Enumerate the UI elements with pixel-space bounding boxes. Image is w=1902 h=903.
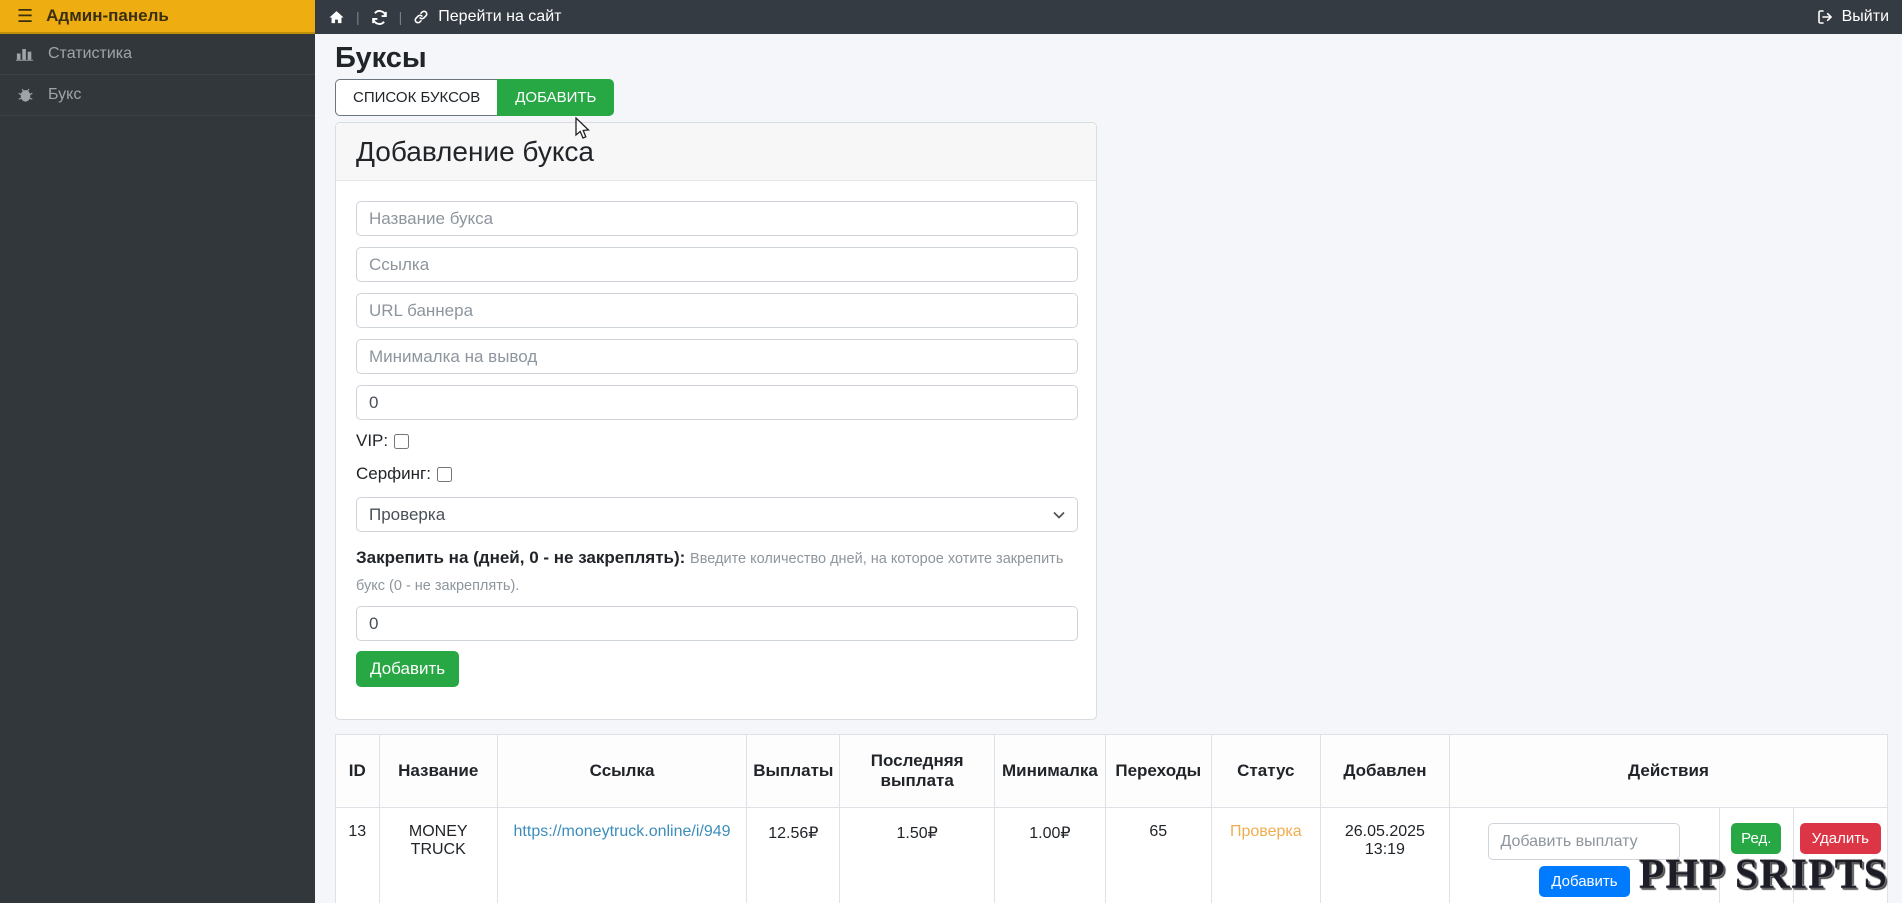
- link-icon: [413, 9, 430, 26]
- sidebar: Статистика Букс: [0, 34, 315, 903]
- pin-days-label-row: Закрепить на (дней, 0 - не закреплять): …: [356, 544, 1076, 573]
- sidebar-item-statistics[interactable]: Статистика: [0, 34, 315, 75]
- vip-checkbox[interactable]: [394, 433, 410, 449]
- surfing-label: Серфинг:: [356, 464, 431, 483]
- mouse-cursor: [572, 116, 594, 146]
- cell-transitions: 65: [1104, 807, 1212, 903]
- refresh-icon[interactable]: [371, 9, 388, 26]
- logout-icon: [1817, 9, 1834, 26]
- cell-name: MONEY TRUCK: [378, 807, 498, 903]
- min-withdraw-input[interactable]: [356, 339, 1078, 374]
- go-to-site-label: Перейти на сайт: [438, 8, 562, 25]
- banner-url-input[interactable]: [356, 293, 1078, 328]
- vip-label: VIP:: [356, 431, 389, 450]
- sidebar-item-label: Статистика: [48, 45, 133, 62]
- pin-days-input[interactable]: [356, 606, 1078, 641]
- logout-button[interactable]: Выйти: [1817, 8, 1889, 26]
- home-icon[interactable]: [328, 9, 345, 26]
- pin-days-hint-line2: букс (0 - не закреплять).: [356, 578, 520, 594]
- status-badge: Проверка: [1210, 807, 1321, 903]
- col-min: Минималка: [993, 734, 1106, 808]
- col-actions: Действия: [1448, 734, 1889, 808]
- edit-button[interactable]: Ред.: [1731, 823, 1782, 854]
- buks-link-input[interactable]: [356, 247, 1078, 282]
- add-buks-card: Добавление букса VIP: Серфинг: Проверка: [335, 122, 1097, 720]
- cell-payouts: 12.56₽: [746, 807, 841, 903]
- form-submit-button[interactable]: Добавить: [356, 651, 460, 687]
- status-select-value: Проверка: [369, 504, 446, 524]
- chevron-down-icon: [1053, 511, 1065, 519]
- page-title: Буксы: [335, 42, 427, 74]
- cell-id: 13: [335, 807, 380, 903]
- hamburger-icon[interactable]: ☰: [17, 7, 33, 25]
- logout-label: Выйти: [1841, 8, 1889, 25]
- nav-separator: |: [398, 9, 403, 25]
- top-navbar: | | Перейти на сайт Выйти: [315, 0, 1902, 34]
- go-to-site-link[interactable]: Перейти на сайт: [413, 8, 561, 26]
- col-id: ID: [335, 734, 380, 808]
- col-status: Статус: [1210, 734, 1321, 808]
- cell-min: 1.00₽: [993, 807, 1106, 903]
- cell-link[interactable]: https://moneytruck.online/i/949: [496, 807, 748, 903]
- delete-button[interactable]: Удалить: [1799, 823, 1881, 854]
- vip-row: VIP:: [356, 431, 1076, 451]
- main-content: Буксы СПИСОК БУКСОВ ДОБАВИТЬ Добавление …: [315, 34, 1902, 903]
- cell-last-payout: 1.50₽: [839, 807, 995, 903]
- col-transitions: Переходы: [1104, 734, 1212, 808]
- surfing-checkbox[interactable]: [436, 466, 452, 482]
- sidebar-item-buks[interactable]: Букс: [0, 75, 315, 116]
- brand-title: Админ-панель: [46, 6, 169, 25]
- status-select[interactable]: Проверка: [356, 497, 1078, 532]
- tab-buks-list[interactable]: СПИСОК БУКСОВ: [335, 79, 498, 116]
- tab-add[interactable]: ДОБАВИТЬ: [497, 79, 615, 116]
- ref-percent-input[interactable]: [356, 385, 1078, 420]
- top-bar: ☰ Админ-панель | | Перейти на сайт Выйти: [0, 0, 1902, 34]
- col-link: Ссылка: [496, 734, 748, 808]
- sidebar-item-label: Букс: [48, 86, 82, 103]
- col-last-payout: Последняя выплата: [839, 734, 995, 808]
- col-added: Добавлен: [1319, 734, 1450, 808]
- card-title: Добавление букса: [336, 123, 1096, 181]
- buks-name-input[interactable]: [356, 201, 1078, 236]
- add-buks-form: VIP: Серфинг: Проверка Закрепить на (дне…: [336, 181, 1096, 719]
- col-payouts: Выплаты: [746, 734, 841, 808]
- bug-icon: [15, 87, 35, 103]
- watermark: PHP SRIPTS: [1638, 852, 1888, 898]
- col-name: Название: [378, 734, 498, 808]
- pin-days-label: Закрепить на (дней, 0 - не закреплять):: [356, 548, 686, 567]
- surfing-row: Серфинг:: [356, 464, 1076, 484]
- bar-chart-icon: [15, 46, 35, 62]
- add-payout-button[interactable]: Добавить: [1539, 866, 1630, 897]
- brand-header[interactable]: ☰ Админ-панель: [0, 0, 315, 34]
- cell-added: 26.05.2025 13:19: [1319, 807, 1450, 903]
- table-header-row: ID Название Ссылка Выплаты Последняя вып…: [335, 734, 1889, 808]
- pin-days-hint: Введите количество дней, на которое хоти…: [690, 551, 1064, 567]
- nav-separator: |: [356, 9, 360, 25]
- tab-group: СПИСОК БУКСОВ ДОБАВИТЬ: [335, 79, 615, 116]
